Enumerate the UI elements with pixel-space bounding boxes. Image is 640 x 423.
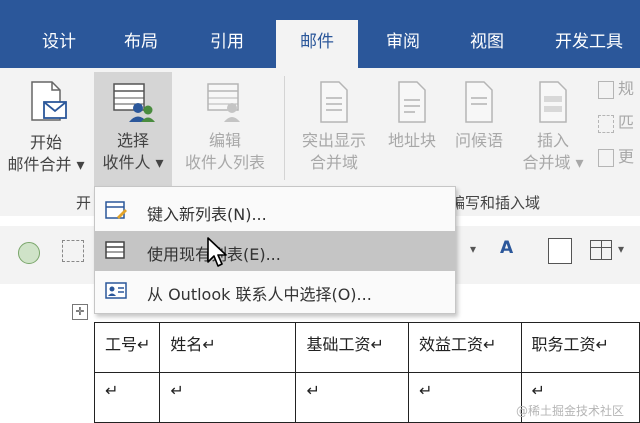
document-envelope-icon	[31, 81, 67, 121]
update-labels-icon	[598, 148, 614, 167]
select-frame-icon[interactable]	[62, 240, 84, 262]
table-cell[interactable]: 基础工资↵	[295, 322, 409, 373]
table-grid-dropdown-arrow[interactable]: ▾	[618, 242, 624, 256]
select-recipients-label-1: 选择	[116, 131, 149, 150]
table-cell[interactable]: ↵	[159, 372, 297, 423]
tab-design[interactable]: 设计	[24, 20, 94, 68]
table-cell[interactable]: 职务工资↵	[520, 322, 640, 373]
ribbon-tab-bar: 设计 布局 引用 邮件 审阅 视图 开发工具	[0, 0, 640, 68]
update-labels-label: 更	[618, 147, 635, 166]
group-separator	[284, 76, 285, 180]
address-block-label: 地址块	[387, 131, 436, 150]
address-block-button[interactable]: 地址块	[380, 74, 444, 164]
match-fields-button[interactable]: 匹	[598, 112, 640, 136]
start-merge-label-2: 邮件合并 ▾	[7, 155, 85, 174]
greeting-document-icon	[465, 81, 493, 123]
group-label-write-insert: 编写和插入域	[450, 194, 541, 212]
table-cell[interactable]: ↵	[295, 372, 409, 423]
select-recipients-button[interactable]: 选择 收件人 ▾	[94, 72, 172, 186]
menu-item-label: 从 Outlook 联系人中选择(O)...	[147, 285, 372, 304]
tab-mailings[interactable]: 邮件	[276, 20, 358, 68]
new-list-icon	[105, 201, 127, 219]
greeting-line-label: 问候语	[454, 131, 503, 150]
rules-icon	[598, 80, 614, 99]
tab-review[interactable]: 审阅	[368, 20, 438, 68]
tab-view[interactable]: 视图	[452, 20, 522, 68]
cell-size-icon[interactable]	[548, 238, 572, 264]
insert-field-label-2: 合并域 ▾	[522, 153, 584, 172]
start-merge-label-1: 开始	[29, 133, 62, 152]
tab-references[interactable]: 引用	[192, 20, 262, 68]
highlight-merge-fields-button[interactable]: 突出显示 合并域	[290, 74, 378, 184]
start-mail-merge-button[interactable]: 开始 邮件合并 ▾	[0, 74, 92, 184]
select-recipients-menu: 键入新列表(N)... 使用现有列表(E)... 从 Outlook 联系人中选…	[94, 186, 456, 314]
outlook-contacts-icon	[105, 282, 127, 299]
table-cell[interactable]: 效益工资↵	[408, 322, 522, 373]
group-label-start: 开	[76, 194, 92, 212]
table-header-row: 工号↵ 姓名↵ 基础工资↵ 效益工资↵ 职务工资↵	[93, 322, 640, 373]
insert-field-label-1: 插入	[536, 131, 569, 150]
greeting-line-button[interactable]: 问候语	[446, 74, 512, 164]
menu-item-type-new-list[interactable]: 键入新列表(N)...	[95, 191, 455, 231]
update-labels-button[interactable]: 更	[598, 146, 640, 170]
edit-list-label-1: 编辑	[208, 131, 241, 150]
edit-recipient-list-button[interactable]: 编辑 收件人列表	[176, 74, 274, 184]
match-fields-label: 匹	[618, 113, 635, 132]
select-recipients-label-2: 收件人 ▾	[102, 153, 164, 172]
highlight-label-1: 突出显示	[301, 131, 366, 150]
existing-list-icon	[105, 241, 125, 259]
tab-developer[interactable]: 开发工具	[538, 20, 640, 68]
mouse-pointer-icon	[207, 237, 227, 267]
rules-button[interactable]: 规	[598, 78, 640, 102]
edit-list-label-2: 收件人列表	[184, 153, 265, 172]
address-document-icon	[398, 81, 426, 123]
table-move-handle-icon[interactable]: ✛	[72, 304, 88, 320]
insert-merge-field-button[interactable]: 插入 合并域 ▾	[514, 74, 592, 184]
tab-layout[interactable]: 布局	[106, 20, 176, 68]
match-fields-icon	[598, 114, 614, 133]
rules-label: 规	[618, 79, 635, 98]
menu-item-use-existing-list[interactable]: 使用现有列表(E)...	[95, 231, 455, 271]
table-cell[interactable]: ↵	[408, 372, 522, 423]
table-cell[interactable]: 工号↵	[93, 322, 161, 373]
circle-shape-icon[interactable]	[18, 242, 40, 264]
recipients-list-icon	[113, 83, 155, 122]
table-style-dropdown-arrow[interactable]: ▾	[470, 242, 476, 256]
insert-field-document-icon	[539, 81, 567, 123]
table-grid-icon[interactable]	[590, 240, 612, 260]
text-direction-icon[interactable]: A	[500, 238, 526, 264]
document-icon	[320, 81, 348, 123]
table-cell[interactable]: 姓名↵	[159, 322, 297, 373]
menu-item-label: 键入新列表(N)...	[147, 205, 267, 224]
edit-list-icon	[207, 83, 240, 122]
highlight-label-2: 合并域	[309, 153, 358, 172]
watermark: @稀土掘金技术社区	[516, 404, 625, 418]
menu-item-select-outlook-contacts[interactable]: 从 Outlook 联系人中选择(O)...	[95, 271, 455, 311]
table-cell[interactable]: ↵	[93, 372, 161, 423]
